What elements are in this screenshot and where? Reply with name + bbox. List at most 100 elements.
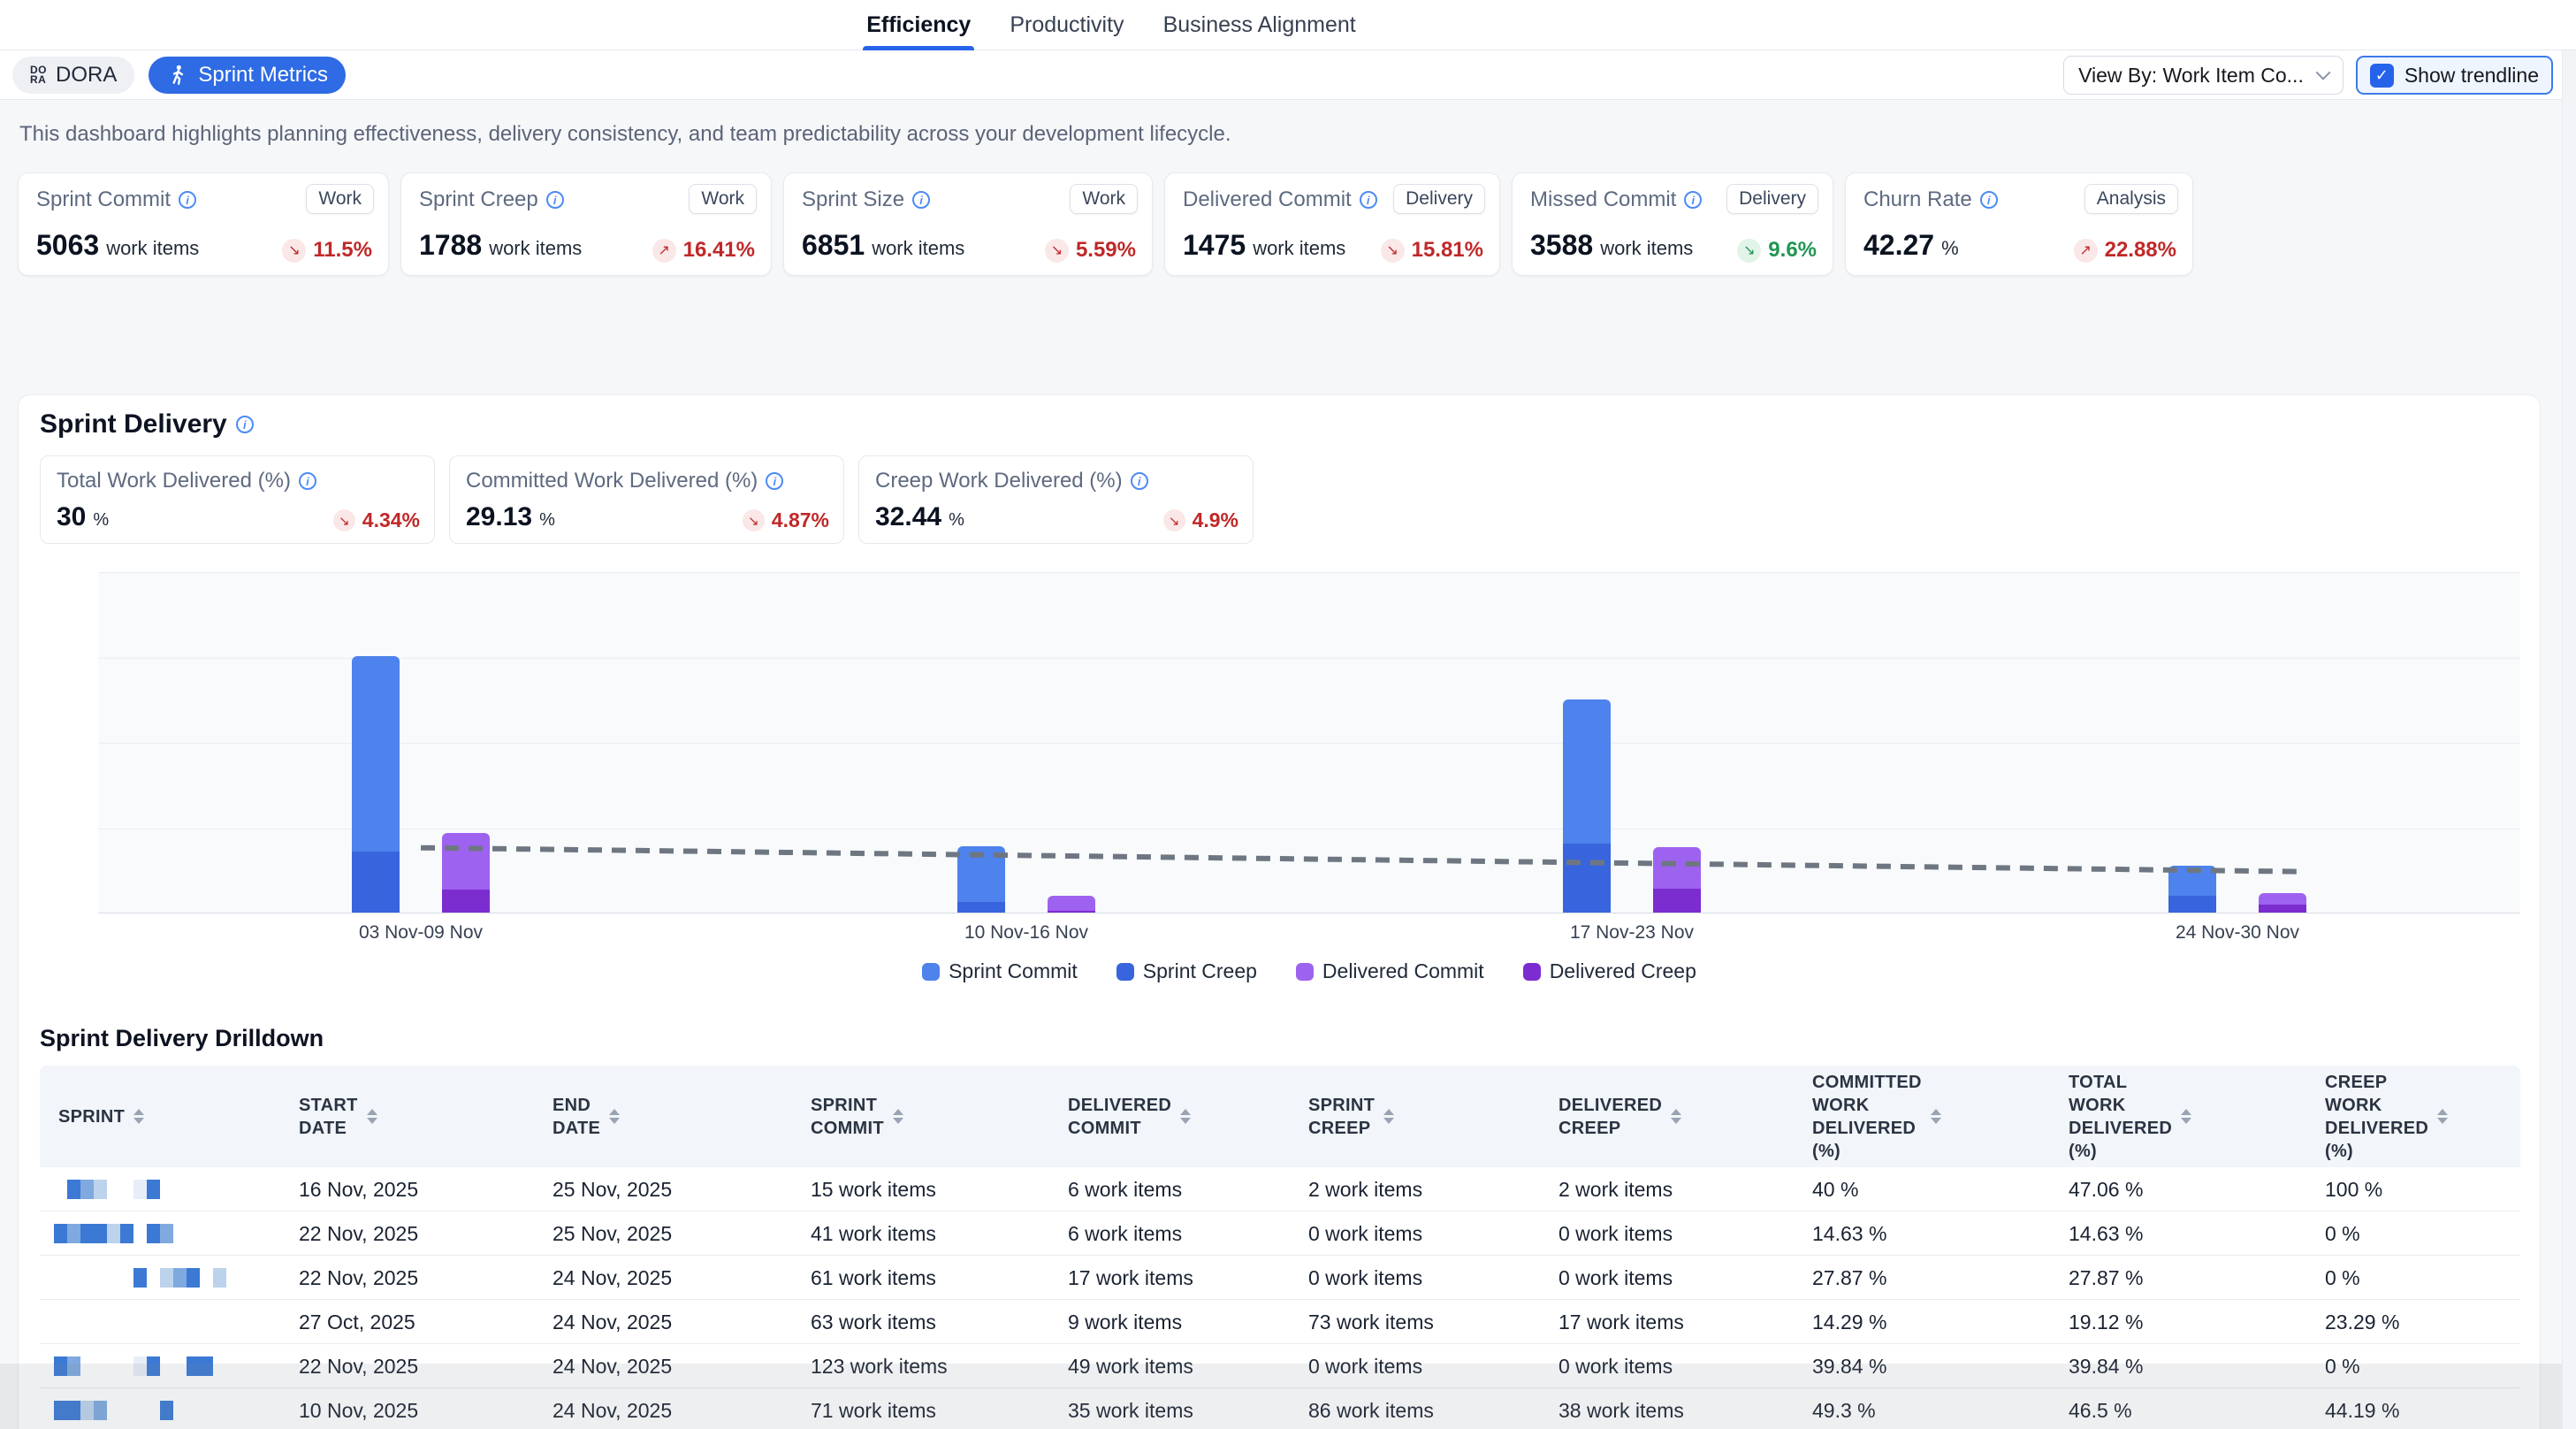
- column-header-start-date[interactable]: STARTDATE: [299, 1094, 553, 1140]
- table-cell: 123 work items: [811, 1355, 1068, 1379]
- legend-item-delivered-commit[interactable]: Delivered Commit: [1296, 959, 1484, 983]
- sort-desc-arrow: [367, 1118, 377, 1124]
- info-icon[interactable]: i: [299, 472, 316, 490]
- table-row[interactable]: 10 Nov, 202524 Nov, 202571 work items35 …: [40, 1388, 2520, 1429]
- table-cell: 71 work items: [811, 1399, 1068, 1423]
- info-icon[interactable]: i: [1131, 472, 1148, 490]
- table-row[interactable]: 22 Nov, 202524 Nov, 2025123 work items49…: [40, 1344, 2520, 1388]
- delivered-stack-bar[interactable]: [442, 833, 490, 913]
- column-header-creep-work-delivered[interactable]: CREEPWORKDELIVERED(%): [2325, 1071, 2520, 1163]
- sprint-stack-bar[interactable]: [1563, 699, 1611, 913]
- table-cell: 0 work items: [1308, 1266, 1559, 1290]
- trend-value: 4.34%: [362, 508, 420, 532]
- show-trendline-toggle[interactable]: ✓ Show trendline: [2356, 56, 2553, 95]
- dora-button[interactable]: DORA DORA: [12, 57, 134, 94]
- sort-icon[interactable]: [2181, 1109, 2191, 1124]
- info-icon[interactable]: i: [179, 191, 196, 209]
- sprint-creep-segment[interactable]: [1563, 844, 1611, 913]
- info-icon[interactable]: i: [236, 416, 254, 433]
- subcard-committed-work-delivered: Committed Work Delivered (%)i29.13%↘4.87…: [449, 455, 844, 544]
- tab-label: Business Alignment: [1163, 12, 1356, 38]
- delivered-commit-segment[interactable]: [2259, 893, 2306, 905]
- info-icon[interactable]: i: [1980, 191, 1998, 209]
- tab-business-alignment[interactable]: Business Alignment: [1160, 0, 1360, 50]
- redacted-block: [80, 1180, 94, 1199]
- table-row[interactable]: 22 Nov, 202524 Nov, 202561 work items17 …: [40, 1256, 2520, 1300]
- sort-icon[interactable]: [1383, 1109, 1394, 1124]
- redacted-block: [67, 1401, 80, 1420]
- redacted-block: [120, 1224, 133, 1243]
- sprint-creep-segment[interactable]: [957, 902, 1005, 913]
- sort-icon[interactable]: [893, 1109, 903, 1124]
- delivered-creep-segment[interactable]: [442, 890, 490, 913]
- sprint-stack-bar[interactable]: [2168, 866, 2216, 913]
- trend-value: 11.5%: [313, 238, 372, 263]
- column-header-label: DELIVEREDCOMMIT: [1068, 1094, 1171, 1140]
- content-area: This dashboard highlights planning effec…: [0, 100, 2576, 1429]
- legend-item-sprint-creep[interactable]: Sprint Creep: [1117, 959, 1257, 983]
- column-header-total-work-delivered[interactable]: TOTALWORKDELIVERED(%): [2069, 1071, 2325, 1163]
- sort-icon[interactable]: [133, 1109, 144, 1124]
- column-header-sprint-commit[interactable]: SPRINTCOMMIT: [811, 1094, 1068, 1140]
- delivered-stack-bar[interactable]: [1048, 896, 1095, 913]
- column-header-delivered-commit[interactable]: DELIVEREDCOMMIT: [1068, 1094, 1308, 1140]
- info-icon[interactable]: i: [766, 472, 783, 490]
- trendline-checkbox[interactable]: ✓: [2370, 64, 2394, 88]
- delivered-commit-segment[interactable]: [1048, 896, 1095, 911]
- redacted-block: [187, 1356, 200, 1376]
- info-icon[interactable]: i: [912, 191, 930, 209]
- column-header-end-date[interactable]: ENDDATE: [553, 1094, 811, 1140]
- delivered-creep-segment[interactable]: [1653, 889, 1701, 913]
- view-by-dropdown[interactable]: View By: Work Item Co...: [2063, 56, 2344, 95]
- table-cell: 24 Nov, 2025: [553, 1399, 811, 1423]
- sprint-delivery-chart: [98, 572, 2520, 913]
- column-header-committed-work-delivered[interactable]: COMMITTEDWORKDELIVERED(%): [1812, 1071, 2069, 1163]
- table-cell: 44.19 %: [2325, 1399, 2520, 1423]
- sort-icon[interactable]: [1180, 1109, 1191, 1124]
- delivered-creep-segment[interactable]: [1048, 911, 1095, 913]
- delivered-commit-segment[interactable]: [442, 833, 490, 890]
- info-icon[interactable]: i: [1684, 191, 1702, 209]
- sprint-metrics-button[interactable]: Sprint Metrics: [149, 57, 346, 94]
- sort-icon[interactable]: [1671, 1109, 1681, 1124]
- delivered-stack-bar[interactable]: [1653, 847, 1701, 913]
- table-row[interactable]: 22 Nov, 202525 Nov, 202541 work items6 w…: [40, 1211, 2520, 1256]
- redacted-block: [94, 1401, 107, 1420]
- legend-item-sprint-commit[interactable]: Sprint Commit: [922, 959, 1078, 983]
- sprint-commit-segment[interactable]: [2168, 866, 2216, 896]
- page-scrollbar[interactable]: [2562, 50, 2576, 1429]
- redacted-block: [200, 1356, 213, 1376]
- chart-legend: Sprint Commit Sprint Creep Delivered Commi…: [98, 959, 2520, 983]
- sort-icon[interactable]: [1931, 1109, 1941, 1124]
- sort-icon[interactable]: [367, 1109, 377, 1124]
- table-header: SPRINTSTARTDATEENDDATESPRINTCOMMITDELIVE…: [40, 1066, 2520, 1167]
- delivered-commit-segment[interactable]: [1653, 847, 1701, 889]
- sprint-creep-segment[interactable]: [352, 852, 400, 913]
- metric-unit: work items: [1253, 237, 1345, 260]
- sprint-commit-segment[interactable]: [957, 846, 1005, 902]
- table-row[interactable]: 16 Nov, 202525 Nov, 202515 work items6 w…: [40, 1167, 2520, 1211]
- info-icon[interactable]: i: [546, 191, 564, 209]
- column-header-sprint[interactable]: SPRINT: [40, 1105, 299, 1128]
- sort-icon[interactable]: [609, 1109, 620, 1124]
- subcard-header: Total Work Delivered (%) i: [57, 469, 418, 493]
- info-icon[interactable]: i: [1360, 191, 1377, 209]
- sprint-stack-bar[interactable]: [957, 846, 1005, 913]
- sprint-creep-segment[interactable]: [2168, 896, 2216, 913]
- tab-productivity[interactable]: Productivity: [1006, 0, 1127, 50]
- legend-item-delivered-creep[interactable]: Delivered Creep: [1523, 959, 1696, 983]
- sprint-commit-segment[interactable]: [1563, 699, 1611, 844]
- delivered-creep-segment[interactable]: [2259, 905, 2306, 913]
- tab-efficiency[interactable]: Efficiency: [863, 0, 974, 50]
- sprint-stack-bar[interactable]: [352, 656, 400, 913]
- delivered-stack-bar[interactable]: [2259, 893, 2306, 913]
- subcard-title: Total Work Delivered (%): [57, 469, 291, 493]
- table-row[interactable]: 27 Oct, 202524 Nov, 202563 work items9 w…: [40, 1300, 2520, 1344]
- column-header-delivered-creep[interactable]: DELIVEREDCREEP: [1559, 1094, 1812, 1140]
- sort-asc-arrow: [133, 1109, 144, 1115]
- column-header-sprint-creep[interactable]: SPRINTCREEP: [1308, 1094, 1559, 1140]
- redacted-block: [147, 1356, 160, 1376]
- x-tick-label: 24 Nov-30 Nov: [2105, 922, 2370, 944]
- sort-icon[interactable]: [2437, 1109, 2448, 1124]
- sprint-commit-segment[interactable]: [352, 656, 400, 852]
